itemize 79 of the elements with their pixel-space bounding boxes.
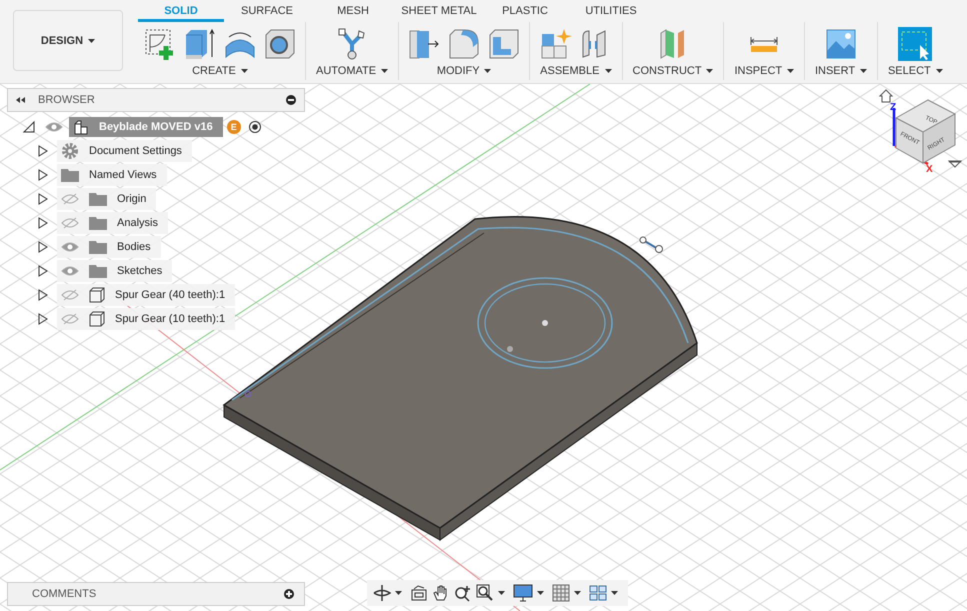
look-at-icon[interactable] bbox=[410, 584, 428, 602]
tool-group-menu[interactable]: SELECT bbox=[886, 62, 945, 77]
folder-icon bbox=[89, 192, 107, 206]
toolbar-tab[interactable]: SURFACE bbox=[224, 0, 310, 22]
caret-icon bbox=[786, 69, 794, 74]
monitor-icon[interactable] bbox=[513, 584, 533, 602]
view-cube-menu-icon[interactable] bbox=[948, 160, 962, 168]
toolbar-tab[interactable]: UTILITIES bbox=[568, 0, 654, 22]
comments-title: COMMENTS bbox=[32, 588, 98, 600]
expand-toggle-icon[interactable] bbox=[37, 169, 49, 181]
selection-icon[interactable] bbox=[898, 27, 932, 61]
zoom-window-icon[interactable] bbox=[476, 584, 494, 602]
collapse-panel-icon[interactable] bbox=[16, 97, 26, 103]
add-comment-icon[interactable] bbox=[284, 589, 294, 599]
toolbar-tab[interactable]: MESH bbox=[310, 0, 396, 22]
tool-group-menu[interactable]: INSPECT bbox=[732, 62, 796, 77]
extrude-icon[interactable] bbox=[183, 27, 217, 61]
browser-item[interactable]: Named Views bbox=[57, 164, 167, 186]
folder-icon bbox=[89, 240, 107, 254]
eye-icon[interactable] bbox=[45, 121, 63, 133]
caret-icon[interactable] bbox=[611, 591, 618, 595]
browser-item[interactable]: Bodies bbox=[57, 236, 161, 258]
caret-icon bbox=[88, 38, 96, 43]
fillet-icon[interactable] bbox=[447, 27, 482, 61]
tool-group-menu[interactable]: ASSEMBLE bbox=[538, 62, 614, 77]
toolbar-tab[interactable]: PLASTIC bbox=[482, 0, 568, 22]
eye-icon[interactable] bbox=[61, 241, 79, 253]
browser-item[interactable]: Origin bbox=[57, 188, 156, 210]
activate-radio[interactable] bbox=[248, 121, 261, 133]
box-icon bbox=[89, 311, 105, 327]
component-icon bbox=[73, 119, 89, 135]
caret-icon[interactable] bbox=[498, 591, 505, 595]
caret-icon bbox=[936, 69, 943, 74]
grid-icon[interactable] bbox=[552, 584, 570, 602]
gear-icon bbox=[61, 142, 79, 160]
browser-item[interactable]: Analysis bbox=[57, 212, 168, 234]
tool-group-menu[interactable]: CONSTRUCT bbox=[630, 62, 716, 77]
expand-toggle-icon[interactable] bbox=[37, 265, 49, 277]
toolbar-tab[interactable]: SHEET METAL bbox=[396, 0, 482, 22]
browser-title: BROWSER bbox=[38, 94, 96, 106]
caret-icon bbox=[381, 69, 388, 74]
caret-icon bbox=[484, 69, 492, 74]
sketch-point-icon bbox=[640, 236, 663, 253]
tool-group-menu[interactable]: CREATE bbox=[190, 62, 250, 77]
minimize-icon[interactable] bbox=[286, 95, 296, 105]
zoom-icon[interactable] bbox=[454, 584, 472, 602]
browser-item[interactable]: Spur Gear (40 teeth):1 bbox=[57, 284, 236, 306]
expand-toggle-icon[interactable] bbox=[23, 121, 35, 133]
box-icon bbox=[89, 287, 105, 303]
expand-toggle-icon[interactable] bbox=[37, 241, 49, 253]
caret-icon[interactable] bbox=[537, 591, 544, 595]
caret-icon bbox=[240, 69, 248, 74]
browser-item[interactable]: Document Settings bbox=[57, 140, 192, 162]
folder-icon bbox=[61, 168, 79, 182]
viewports-icon[interactable] bbox=[589, 584, 607, 602]
caret-icon bbox=[706, 69, 714, 74]
tool-group-menu[interactable]: AUTOMATE bbox=[314, 62, 390, 77]
expand-toggle-icon[interactable] bbox=[37, 193, 49, 205]
caret-icon[interactable] bbox=[574, 591, 581, 595]
orbit-icon[interactable] bbox=[373, 584, 391, 602]
expand-toggle-icon[interactable] bbox=[37, 313, 49, 325]
image-icon[interactable] bbox=[824, 27, 858, 61]
eye-icon[interactable] bbox=[61, 265, 79, 277]
tool-group-menu[interactable]: MODIFY bbox=[434, 62, 494, 77]
expand-toggle-icon[interactable] bbox=[37, 217, 49, 229]
caret-icon bbox=[604, 69, 612, 74]
new-component-icon[interactable] bbox=[538, 27, 573, 61]
folder-icon bbox=[89, 216, 107, 230]
expand-toggle-icon[interactable] bbox=[37, 289, 49, 301]
browser-item[interactable]: Spur Gear (10 teeth):1 bbox=[57, 308, 236, 330]
caret-icon bbox=[860, 69, 867, 74]
tool-group-menu[interactable]: INSERT bbox=[812, 62, 869, 77]
shell-icon[interactable] bbox=[487, 27, 522, 61]
workspace-button[interactable]: DESIGN bbox=[13, 10, 123, 71]
hole-icon[interactable] bbox=[263, 27, 297, 61]
expand-toggle-icon[interactable] bbox=[37, 145, 49, 157]
browser-item[interactable]: Sketches bbox=[57, 260, 172, 282]
folder-icon bbox=[89, 264, 107, 278]
caret-icon[interactable] bbox=[395, 591, 402, 595]
